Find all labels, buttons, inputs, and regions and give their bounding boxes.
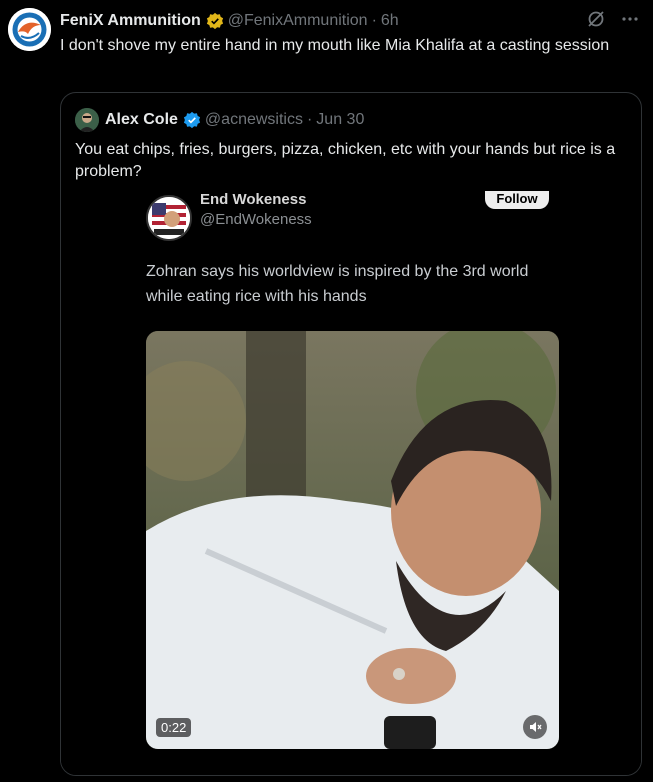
quote-header: Alex Cole @acnewsitics · Jun 30 [75,108,364,132]
quote-author-name[interactable]: Alex Cole [105,111,178,129]
author-name[interactable]: FeniX Ammunition [60,12,201,30]
quote-timestamp[interactable]: Jun 30 [316,111,364,129]
embedded-post-screenshot[interactable]: End Wokeness @EndWokeness Follow Zohran … [61,191,641,775]
fenix-logo-icon[interactable] [8,8,51,51]
tweet-header: FeniX Ammunition @FenixAmmunition · 6h [60,10,641,32]
verified-gold-badge-icon [206,12,224,30]
embedded-author-handle: @EndWokeness [200,211,312,228]
embedded-avatar [146,195,192,241]
verified-blue-badge-icon [183,111,201,129]
video-player[interactable]: 0:22 [146,331,559,749]
video-duration: 0:22 [156,718,192,737]
quote-author-handle[interactable]: @acnewsitics [205,111,303,129]
video-frame [146,331,559,749]
quoted-tweet[interactable]: Alex Cole @acnewsitics · Jun 30 You eat … [60,92,642,776]
embedded-follow-button: Follow [485,191,549,209]
separator-dot: · [371,12,377,29]
volume-muted-icon[interactable] [523,715,547,739]
avatar[interactable] [75,108,99,132]
embedded-post-text: Zohran says his worldview is inspired by… [146,263,529,305]
separator-dot: · [306,111,313,128]
tweet-actions [585,8,641,30]
embedded-author-name: End Wokeness [200,191,307,208]
tweet-text: I don't shove my entire hand in my mouth… [60,37,610,54]
more-dots-icon[interactable] [619,8,641,30]
timestamp[interactable]: 6h [381,12,399,30]
grok-icon[interactable] [585,8,607,30]
author-handle[interactable]: @FenixAmmunition [228,12,368,30]
quote-text: You eat chips, fries, burgers, pizza, ch… [75,141,616,180]
tweet[interactable]: FeniX Ammunition @FenixAmmunition · 6h I… [0,0,653,782]
